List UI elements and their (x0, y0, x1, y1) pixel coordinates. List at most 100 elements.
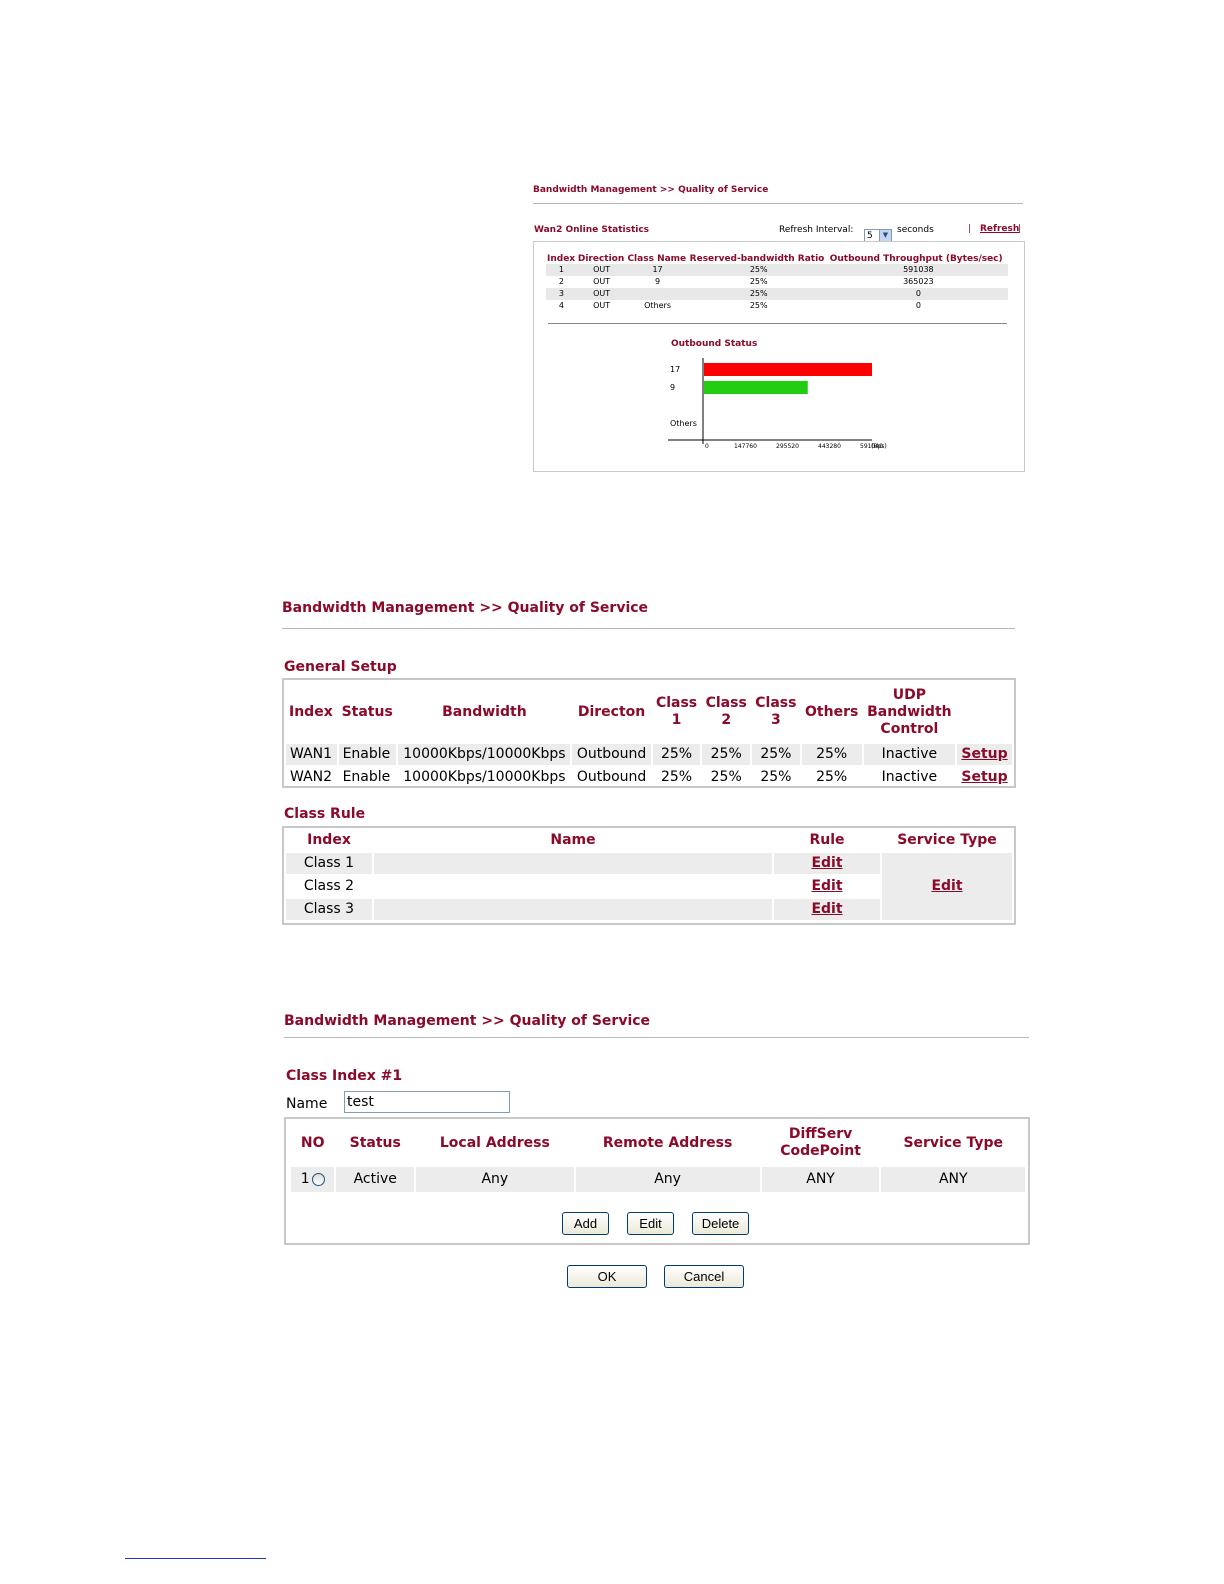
others-ratio: 25% (816, 769, 848, 785)
edit-button[interactable]: Edit (627, 1212, 674, 1235)
wan-direction: Outbound (572, 744, 651, 765)
class-rule-table: Index Name Rule Service Type Class 1 Edi… (284, 828, 1014, 922)
wan-direction: Outbound (576, 769, 647, 785)
row-number: 1 (300, 1171, 310, 1187)
general-setup-panel: Index Status Bandwidth Directon Class 1 … (282, 678, 1016, 788)
row-diffserv: ANY (761, 1167, 880, 1192)
cell: 25% (688, 264, 829, 276)
table-row: 4 OUT Others 25% 0 (546, 300, 1008, 312)
class-index: Class 3 (286, 899, 372, 920)
cell: 17 (626, 264, 689, 276)
col-action (957, 682, 1012, 742)
cell: 591038 (828, 264, 1008, 276)
class-name (374, 899, 772, 920)
col-service-type: Service Type (903, 1134, 1004, 1151)
table-row: Class 1 Edit Edit (286, 853, 1012, 920)
class-index: Class 2 (303, 878, 355, 894)
col-index: Index (307, 832, 351, 848)
col-ratio: Reserved-bandwidth Ratio (689, 254, 825, 264)
wan-bandwidth: 10000Kbps/10000Kbps (403, 769, 566, 785)
general-setup-table: Index Status Bandwidth Directon Class 1 … (284, 680, 1014, 790)
table-row: 1 Active Any Any ANY ANY (291, 1167, 1025, 1192)
table-row: 1 OUT 17 25% 591038 (546, 264, 1008, 276)
wan-status: Enable (342, 769, 391, 785)
refresh-unit: seconds (897, 225, 934, 235)
col-rule: Rule (809, 832, 845, 848)
category-label: Others (670, 419, 697, 428)
outbound-status-chart: Outbound Status 17 9 Others 0 147760 295520 4… (668, 339, 887, 450)
class-name (374, 876, 772, 897)
col-service-type: Service Type (897, 832, 997, 848)
footer-rule (125, 1558, 266, 1559)
row-local-address: Any (416, 1167, 574, 1192)
x-tick-label: 295520 (776, 443, 799, 450)
udp-status: Inactive (863, 744, 956, 765)
ok-button[interactable]: OK (567, 1265, 647, 1288)
class-rule-title: Class Rule (284, 806, 366, 822)
col-index: Index (289, 703, 333, 720)
class-rule-panel: Index Name Rule Service Type Class 1 Edi… (282, 826, 1016, 925)
rule-edit-link-class1[interactable]: Edit (811, 855, 842, 871)
bar-9 (704, 381, 808, 394)
breadcrumb: Bandwidth Management >> Quality of Servi… (282, 600, 649, 616)
refresh-interval-value: 5 (867, 231, 873, 241)
divider (284, 1037, 1029, 1038)
separator: | (1018, 224, 1022, 234)
row-radio-button[interactable] (311, 1172, 325, 1186)
col-name: Name (550, 832, 596, 848)
wan-index: WAN1 (286, 744, 337, 765)
class1-ratio: 25% (652, 744, 701, 765)
setup-link-wan1[interactable]: Setup (961, 746, 1007, 762)
wan-status: Enable (338, 744, 397, 765)
wan-index: WAN2 (290, 769, 333, 785)
col-local-address: Local Address (439, 1134, 550, 1151)
cancel-button[interactable]: Cancel (664, 1265, 744, 1288)
class1-ratio: 25% (660, 769, 693, 785)
name-input[interactable] (344, 1091, 510, 1113)
cell: 3 (546, 288, 577, 300)
col-status: Status (349, 1134, 401, 1151)
row-status: Active (336, 1167, 415, 1192)
cell: 4 (558, 301, 564, 310)
col-diffserv: DiffServ CodePoint (780, 1126, 861, 1159)
table-row: WAN2 Enable 10000Kbps/10000Kbps Outbound… (286, 767, 1012, 788)
refresh-link[interactable]: Refresh (980, 224, 1019, 234)
table-row: 2 OUT 9 25% 365023 (546, 276, 1008, 288)
col-class-1: Class 1 (655, 695, 698, 728)
category-label: 17 (670, 365, 680, 374)
service-type-edit-link[interactable]: Edit (931, 878, 962, 894)
section-title: Wan2 Online Statistics (534, 225, 650, 235)
name-label: Name (286, 1096, 328, 1112)
general-setup-title: General Setup (284, 659, 397, 675)
divider (548, 323, 1007, 324)
delete-button[interactable]: Delete (692, 1212, 749, 1235)
class-index-title: Class Index #1 (286, 1068, 403, 1084)
class-name (374, 853, 772, 874)
breadcrumb: Bandwidth Management >> Quality of Servi… (533, 185, 769, 195)
rule-edit-link-class3[interactable]: Edit (811, 901, 842, 917)
col-class-name: Class Name (627, 254, 687, 264)
setup-link-wan2[interactable]: Setup (961, 769, 1007, 785)
cell: OUT (576, 288, 627, 300)
table-row: WAN1 Enable 10000Kbps/10000Kbps Outbound… (286, 744, 1012, 765)
add-button[interactable]: Add (562, 1212, 609, 1235)
cell: 25% (688, 288, 829, 300)
divider (282, 628, 1015, 629)
class3-ratio: 25% (752, 744, 800, 765)
x-unit-label: (Bps) (871, 443, 887, 450)
x-tick-label: 443280 (818, 443, 841, 450)
rule-edit-link-class2[interactable]: Edit (811, 878, 842, 894)
col-throughput: Outbound Throughput (Bytes/sec) (829, 254, 1003, 264)
cell: 0 (915, 301, 921, 310)
cell: 2 (558, 277, 564, 286)
refresh-interval-label: Refresh Interval: (779, 225, 854, 235)
category-label: 9 (670, 383, 675, 392)
x-tick-label: 0 (705, 443, 709, 450)
others-ratio: 25% (801, 744, 862, 765)
x-tick-label: 147760 (734, 443, 757, 450)
col-class-3: Class 3 (755, 695, 797, 728)
breadcrumb: Bandwidth Management >> Quality of Servi… (284, 1013, 651, 1029)
filter-table: NO Status Local Address Remote Address D… (289, 1119, 1027, 1194)
row-service-type: ANY (881, 1167, 1025, 1192)
col-direction: Direction (577, 254, 625, 264)
